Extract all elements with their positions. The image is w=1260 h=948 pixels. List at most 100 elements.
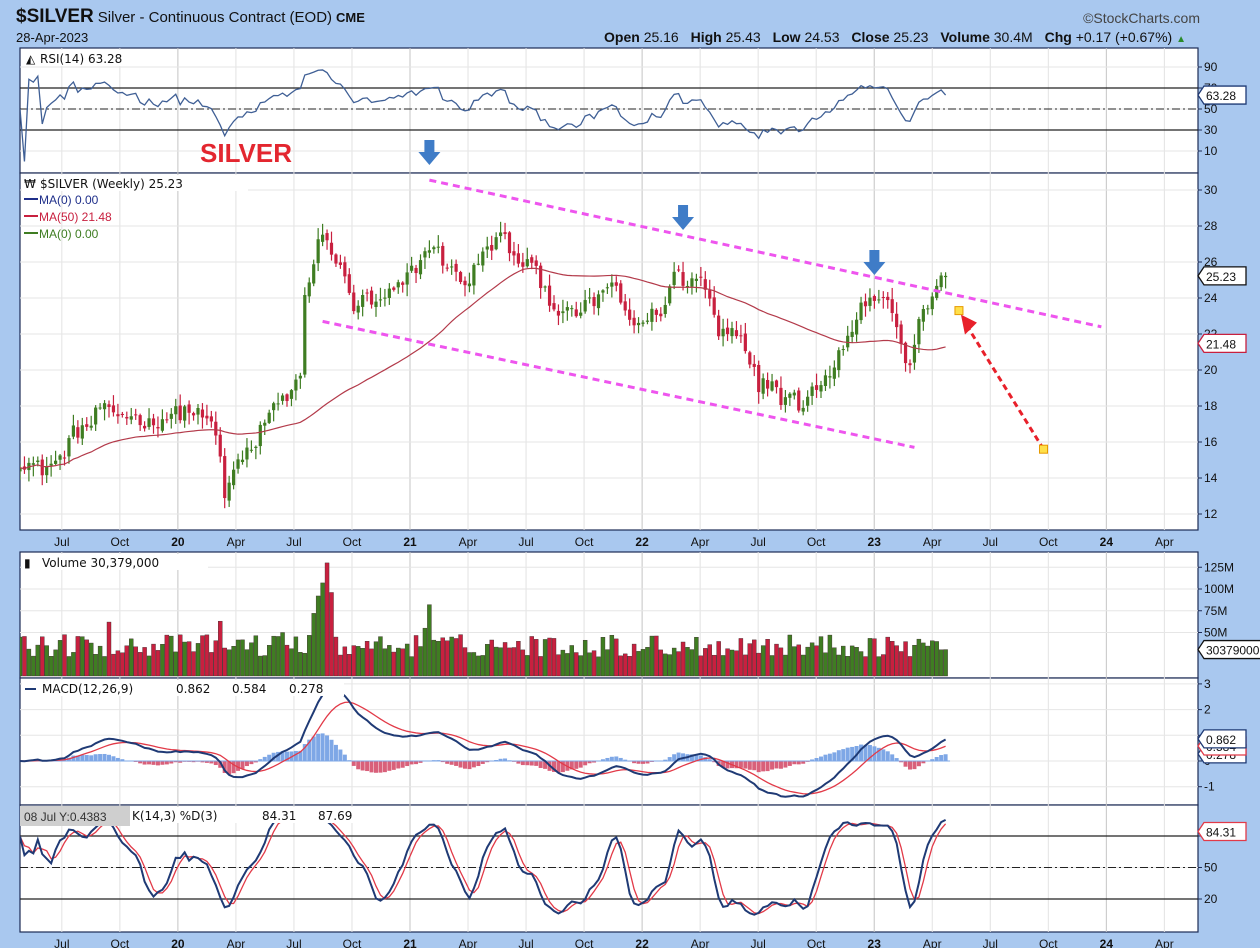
- volume-bar: [378, 636, 383, 677]
- candle-down: [681, 272, 685, 286]
- candle-down: [200, 409, 205, 418]
- volume-bar: [462, 647, 468, 677]
- axis-tick-label: 3: [1204, 677, 1211, 691]
- date-tick-label: Oct: [111, 535, 130, 549]
- volume-bar: [654, 635, 659, 677]
- volume-bar: [164, 634, 170, 677]
- volume-bar: [560, 649, 566, 677]
- volume-bar: [636, 651, 641, 677]
- candle-down: [343, 262, 347, 277]
- volume-bar: [31, 655, 36, 677]
- candle-down: [191, 413, 196, 416]
- volume-bar: [587, 652, 592, 677]
- macd-histogram-bar: [449, 761, 454, 765]
- candle-down: [556, 310, 561, 316]
- macd-histogram-bar: [471, 761, 476, 768]
- candle-down: [619, 283, 623, 303]
- volume-bar: [102, 656, 107, 677]
- candle-down: [725, 327, 730, 335]
- candle-up: [583, 300, 587, 312]
- volume-bar: [40, 636, 45, 677]
- macd-histogram-bar: [316, 733, 321, 761]
- volume-bar: [938, 649, 944, 677]
- macd-histogram-bar: [342, 754, 347, 761]
- axis-tick-label: -1: [1204, 780, 1215, 794]
- date-tick-label: 22: [635, 937, 649, 948]
- candle-up: [418, 260, 423, 275]
- candle-down: [352, 292, 356, 312]
- candle-down: [76, 427, 80, 438]
- macd-histogram-bar: [142, 761, 147, 765]
- axis-tick-label: 28: [1204, 219, 1218, 233]
- macd-histogram-bar: [107, 754, 111, 761]
- volume-bar: [258, 655, 263, 677]
- volume-bar: [231, 646, 236, 677]
- candle-up: [823, 375, 828, 387]
- volume-bar: [507, 647, 512, 677]
- volume-bar: [142, 647, 147, 677]
- volume-bar: [760, 645, 766, 677]
- macd-histogram-bar: [908, 761, 912, 770]
- candle-down: [134, 414, 138, 416]
- macd-histogram-bar: [369, 761, 374, 773]
- candle-down: [125, 416, 129, 419]
- volume-bar: [765, 639, 770, 677]
- volume-bar: [703, 648, 708, 677]
- volume-bar: [747, 643, 752, 677]
- macd-histogram-bar: [329, 739, 334, 761]
- date-tick-label: Apr: [1155, 535, 1174, 549]
- macd-histogram-bar: [454, 761, 459, 766]
- candle-up: [783, 397, 787, 405]
- candle-up: [641, 322, 645, 324]
- macd-value-tag: 0.862: [1206, 733, 1236, 747]
- candle-up: [636, 322, 641, 326]
- macd-histogram-bar: [774, 761, 779, 769]
- volume-bar: [605, 649, 610, 677]
- candle-up: [819, 385, 823, 392]
- volume-bar: [792, 646, 797, 677]
- candle-up: [405, 272, 409, 285]
- volume-bar: [275, 636, 281, 677]
- panel-frame-3: [19, 677, 1199, 806]
- macd-histogram-bar: [520, 761, 525, 766]
- candle-up: [467, 283, 472, 287]
- volume-bar: [734, 650, 739, 677]
- volume-bar: [200, 635, 205, 677]
- candle-up: [307, 282, 311, 297]
- candle-down: [574, 309, 578, 317]
- macd-histogram-bar: [240, 761, 245, 769]
- candle-down: [458, 272, 463, 282]
- macd-histogram-bar: [752, 761, 757, 771]
- candle-up: [930, 296, 934, 310]
- volume-bar: [364, 641, 370, 677]
- date-tick-label: 24: [1100, 535, 1114, 549]
- candle-down: [334, 254, 338, 264]
- candle-up: [610, 282, 614, 287]
- date-tick-label: Jul: [54, 535, 69, 549]
- candle-up: [525, 259, 529, 267]
- volume-bar: [645, 647, 650, 677]
- macd-swatch: [25, 688, 36, 690]
- candle-up: [761, 378, 765, 394]
- volume-bar: [84, 639, 89, 677]
- macd-histogram-bar: [761, 761, 766, 772]
- volume-bar: [449, 636, 454, 677]
- candle-up: [450, 266, 454, 268]
- volume-bar: [333, 636, 339, 677]
- candle-up: [94, 407, 98, 425]
- panel-frame-4: [19, 804, 1199, 933]
- volume-bar: [106, 621, 112, 677]
- candle-down: [516, 253, 520, 264]
- volume-bar: [182, 641, 187, 677]
- candle-up: [67, 438, 71, 457]
- volume-bar: [805, 646, 810, 677]
- macd-histogram-bar: [827, 753, 832, 761]
- candle-down: [748, 352, 752, 365]
- candle-up: [298, 375, 302, 379]
- macd-histogram-bar: [333, 744, 338, 761]
- volume-bar: [783, 654, 788, 677]
- candle-down: [285, 394, 289, 402]
- candle-up: [236, 459, 240, 469]
- chart-canvas[interactable]: Jul Oct 20 Apr Jul Oct 21 Apr Jul Oct 22 Apr Jul Oct 2…: [0, 0, 1260, 948]
- date-tick-label: Jul: [983, 535, 998, 549]
